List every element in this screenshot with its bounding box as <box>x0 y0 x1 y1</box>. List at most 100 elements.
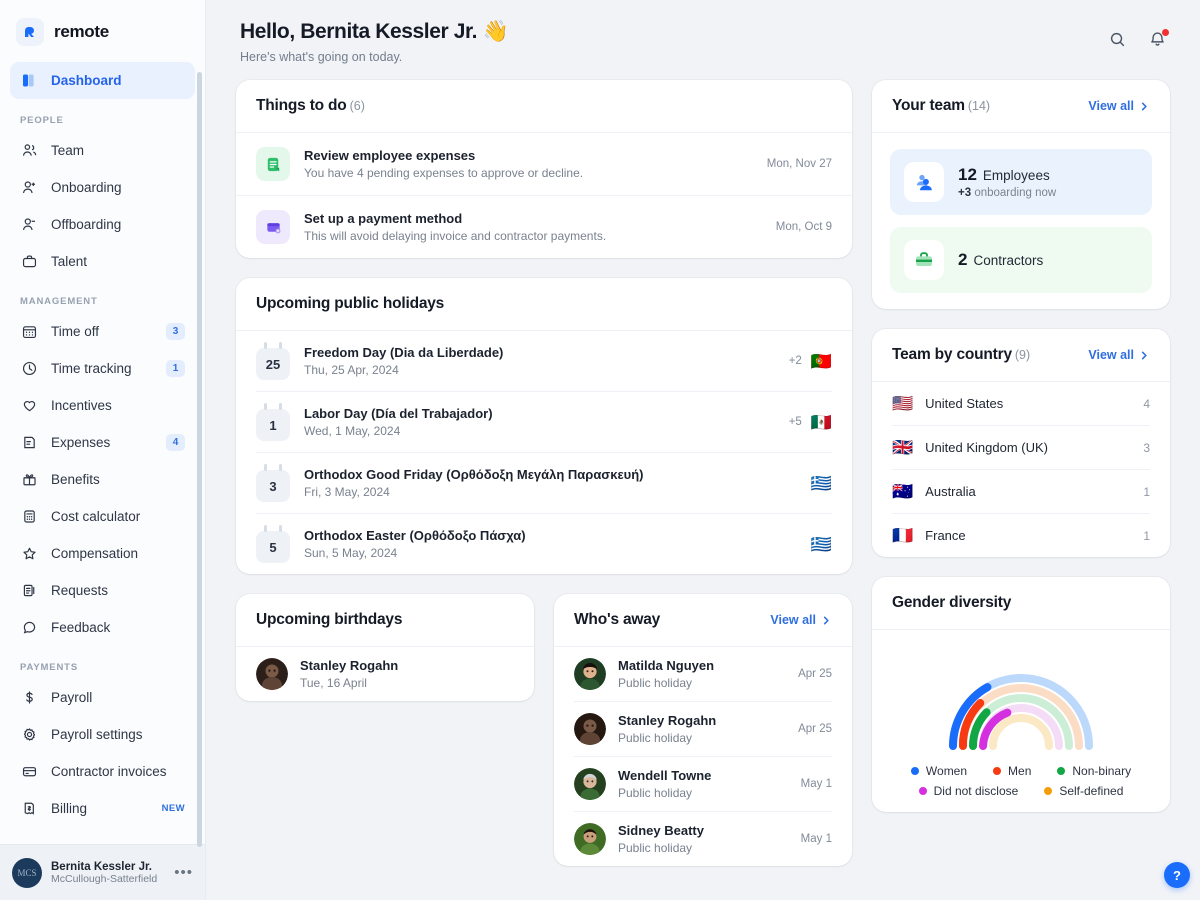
page-title: Hello, Bernita Kessler Jr. 👋 <box>240 20 508 44</box>
country-flag-icon: 🇵🇹 <box>811 353 832 370</box>
sidebar-scrollbar[interactable] <box>197 72 202 847</box>
holiday-row[interactable]: 1 Labor Day (Día del Trabajador) Wed, 1 … <box>236 392 852 452</box>
sidebar-nav: Dashboard PEOPLE Team Onboarding Offboar… <box>0 62 205 844</box>
calendar-tab-left <box>264 525 267 532</box>
sidebar-item-talent[interactable]: Talent <box>10 243 195 280</box>
list-item[interactable]: Stanley Rogahn Tue, 16 April <box>236 647 534 701</box>
sidebar-item-label: Contractor invoices <box>51 764 185 779</box>
left-column: Things to do(6) Review employee expenses… <box>236 80 852 866</box>
receipt-icon <box>20 433 39 452</box>
holiday-date: Wed, 1 May, 2024 <box>304 424 775 438</box>
calculator-icon <box>20 507 39 526</box>
view-all-whos-away[interactable]: View all <box>770 613 832 627</box>
card-count: (14) <box>968 99 990 113</box>
country-row[interactable]: 🇺🇸 United States 4 <box>872 382 1170 425</box>
sidebar-group-management: MANAGEMENT <box>10 280 195 313</box>
holiday-body: Orthodox Good Friday (Ορθόδοξη Μεγάλη Πα… <box>304 467 788 499</box>
legend-item-non-binary: Non-binary <box>1057 764 1131 778</box>
sidebar-item-payroll-settings[interactable]: Payroll settings <box>10 716 195 753</box>
holiday-row[interactable]: 3 Orthodox Good Friday (Ορθόδοξη Μεγάλη … <box>236 453 852 513</box>
sidebar-item-payroll[interactable]: Payroll <box>10 679 195 716</box>
employees-line: 12Employees <box>958 165 1056 185</box>
sidebar-item-dashboard[interactable]: Dashboard <box>10 62 195 99</box>
brand-name: remote <box>54 22 109 42</box>
sidebar-item-onboarding[interactable]: Onboarding <box>10 169 195 206</box>
view-all-your-team[interactable]: View all <box>1088 99 1150 113</box>
chevron-right-icon <box>1139 350 1150 361</box>
person-date: Tue, 16 April <box>300 676 514 690</box>
sidebar-item-offboarding[interactable]: Offboarding <box>10 206 195 243</box>
legend-dot <box>993 767 1001 775</box>
card-count: (9) <box>1015 348 1030 362</box>
country-flag-icon: 🇲🇽 <box>811 414 832 431</box>
legend-item-self-defined: Self-defined <box>1044 784 1123 798</box>
help-button[interactable]: ? <box>1164 862 1190 888</box>
country-row[interactable]: 🇬🇧 United Kingdom (UK) 3 <box>872 426 1170 469</box>
list-item[interactable]: Stanley Rogahn Public holiday Apr 25 <box>554 702 852 756</box>
employees-tile[interactable]: 12Employees +3 onboarding now <box>890 149 1152 215</box>
todo-row[interactable]: Review employee expenses You have 4 pend… <box>236 133 852 196</box>
user-plus-icon <box>20 178 39 197</box>
sidebar-item-feedback[interactable]: Feedback <box>10 609 195 646</box>
sidebar-item-incentives[interactable]: Incentives <box>10 387 195 424</box>
list-item[interactable]: Sidney Beatty Public holiday May 1 <box>554 812 852 866</box>
sidebar-item-cost-calculator[interactable]: Cost calculator <box>10 498 195 535</box>
sidebar-user-menu-icon[interactable]: ••• <box>174 864 193 881</box>
sidebar-item-time-off[interactable]: Time off 3 <box>10 313 195 350</box>
sidebar-item-expenses[interactable]: Expenses 4 <box>10 424 195 461</box>
sidebar-item-team[interactable]: Team <box>10 132 195 169</box>
brand-logo[interactable]: remote <box>0 0 205 62</box>
sidebar-item-time-tracking[interactable]: Time tracking 1 <box>10 350 195 387</box>
list-item[interactable]: Matilda Nguyen Public holiday Apr 25 <box>554 647 852 701</box>
page-header: Hello, Bernita Kessler Jr. 👋 Here's what… <box>236 16 1170 80</box>
sidebar-item-benefits[interactable]: Benefits <box>10 461 195 498</box>
calendar-day: 5 <box>256 531 290 563</box>
calendar-tab-right <box>279 403 282 410</box>
heart-icon <box>20 396 39 415</box>
sidebar-item-compensation[interactable]: Compensation <box>10 535 195 572</box>
list-item-text: Wendell Towne Public holiday <box>618 768 789 800</box>
calendar-tab-left <box>264 342 267 349</box>
holiday-body: Freedom Day (Dia da Liberdade) Thu, 25 A… <box>304 345 775 377</box>
legend-item-women: Women <box>911 764 967 778</box>
sidebar-user-card[interactable]: MCS Bernita Kessler Jr. McCullough-Satte… <box>0 844 205 900</box>
person-reason: Public holiday <box>618 731 786 745</box>
sidebar-item-contractor-invoices[interactable]: Contractor invoices <box>10 753 195 790</box>
legend-label: Men <box>1008 764 1031 778</box>
view-all-team-by-country[interactable]: View all <box>1088 348 1150 362</box>
employees-text: 12Employees +3 onboarding now <box>958 165 1056 199</box>
person-name: Wendell Towne <box>618 768 789 783</box>
todo-title: Set up a payment method <box>304 211 762 226</box>
search-icon[interactable] <box>1108 30 1128 50</box>
person-name: Stanley Rogahn <box>618 713 786 728</box>
bell-icon[interactable] <box>1148 30 1168 50</box>
todo-row[interactable]: Set up a payment method This will avoid … <box>236 196 852 258</box>
person-name: Matilda Nguyen <box>618 658 786 673</box>
holiday-row[interactable]: 25 Freedom Day (Dia da Liberdade) Thu, 2… <box>236 331 852 391</box>
avatar <box>574 658 606 690</box>
list-item[interactable]: Wendell Towne Public holiday May 1 <box>554 757 852 811</box>
holiday-row[interactable]: 5 Orthodox Easter (Ορθόδοξο Πάσχα) Sun, … <box>236 514 852 574</box>
app-root: remote Dashboard PEOPLE Team Onboarding <box>0 0 1200 900</box>
sidebar-item-billing[interactable]: Billing NEW <box>10 790 195 827</box>
holiday-extra-count: +5 <box>789 416 802 428</box>
sidebar-item-label: Requests <box>51 583 185 598</box>
sidebar-item-requests[interactable]: Requests <box>10 572 195 609</box>
contractors-tile[interactable]: 2Contractors <box>890 227 1152 293</box>
country-row[interactable]: 🇦🇺 Australia 1 <box>872 470 1170 513</box>
country-row[interactable]: 🇫🇷 France 1 <box>872 514 1170 557</box>
user-minus-icon <box>20 215 39 234</box>
sidebar-item-label: Feedback <box>51 620 185 635</box>
sidebar-user-text: Bernita Kessler Jr. McCullough-Satterfie… <box>51 861 165 885</box>
wallet-icon <box>256 210 290 244</box>
card-title: Upcoming birthdays <box>256 611 402 629</box>
employees-count: 12 <box>958 165 977 184</box>
holiday-date: Sun, 5 May, 2024 <box>304 546 788 560</box>
gender-diversity-body: Women Men Non-binary Did not disclose Se… <box>872 630 1170 812</box>
country-count: 1 <box>1143 485 1150 499</box>
holidays-header: Upcoming public holidays <box>236 278 852 331</box>
onboarding-count: +3 <box>958 187 971 199</box>
holiday-meta: +2 🇵🇹 <box>789 353 832 370</box>
sidebar-badge-expenses: 4 <box>166 434 185 451</box>
card-title: Things to do <box>256 97 347 114</box>
